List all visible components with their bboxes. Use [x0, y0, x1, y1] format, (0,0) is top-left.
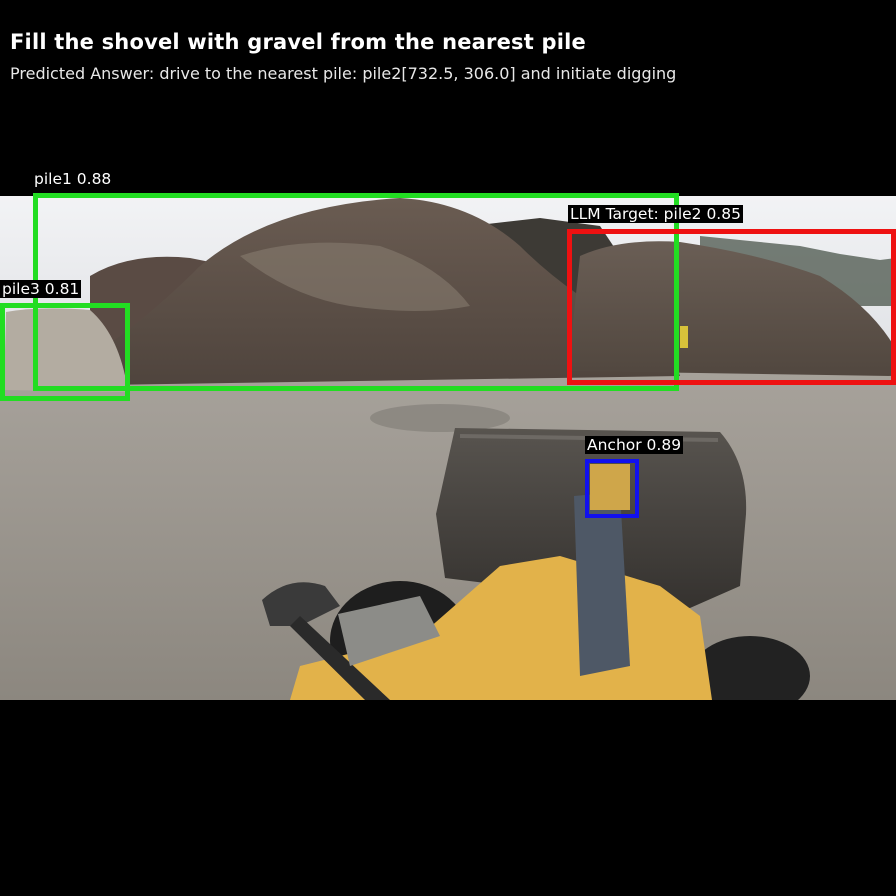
puddle — [370, 404, 510, 432]
predicted-answer: Predicted Answer: drive to the nearest p… — [10, 64, 677, 83]
anchor-label: Anchor 0.89 — [585, 436, 684, 454]
pile3-label: pile3 0.81 — [0, 280, 82, 298]
anchor-box — [585, 459, 639, 518]
pile1-label: pile1 0.88 — [34, 170, 112, 188]
pile2-box — [567, 229, 896, 385]
task-title: Fill the shovel with gravel from the nea… — [10, 30, 586, 54]
pile3-box — [0, 303, 130, 401]
pile2-label: LLM Target: pile2 0.85 — [568, 205, 743, 223]
